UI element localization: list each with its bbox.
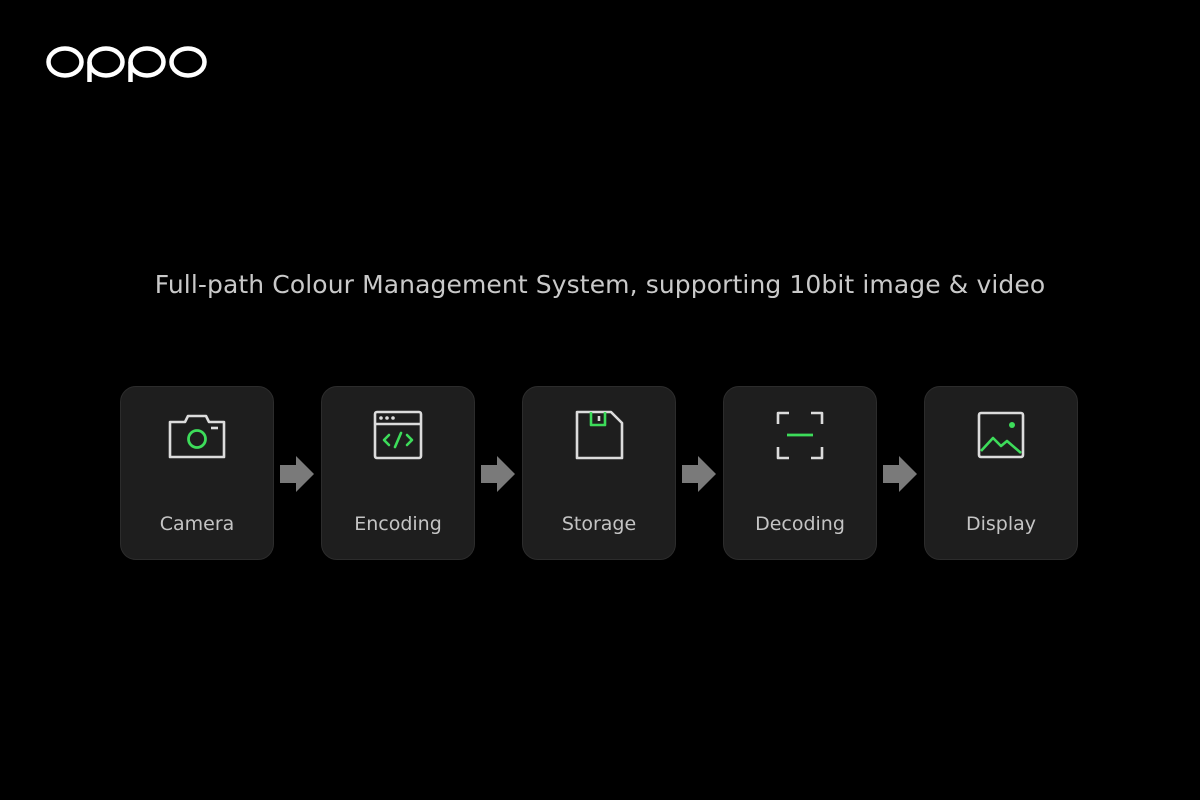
- pipeline-step-label: Display: [965, 513, 1037, 535]
- pipeline-step-decoding: Decoding: [723, 386, 877, 560]
- pipeline-step-camera: Camera: [120, 386, 274, 560]
- arrow-right-icon: [881, 454, 919, 494]
- arrow-right-icon: [479, 454, 517, 494]
- code-window-icon: [368, 409, 428, 463]
- pipeline-step-label: Encoding: [354, 513, 442, 535]
- image-icon: [971, 409, 1031, 463]
- camera-icon: [167, 409, 227, 463]
- page-title: Full-path Colour Management System, supp…: [154, 270, 1046, 299]
- pipeline-step-encoding: Encoding: [321, 386, 475, 560]
- oppo-logo: [46, 42, 208, 82]
- arrow-right-icon: [680, 454, 718, 494]
- pipeline-diagram: Camera Encoding Storage Decoding Display: [120, 386, 1080, 562]
- pipeline-step-storage: Storage: [522, 386, 676, 560]
- pipeline-step-display: Display: [924, 386, 1078, 560]
- pipeline-step-label: Camera: [159, 513, 235, 535]
- arrow-right-icon: [278, 454, 316, 494]
- pipeline-step-label: Storage: [561, 513, 637, 535]
- pipeline-step-label: Decoding: [755, 513, 845, 535]
- scan-frame-icon: [770, 409, 830, 463]
- floppy-disk-icon: [569, 409, 629, 463]
